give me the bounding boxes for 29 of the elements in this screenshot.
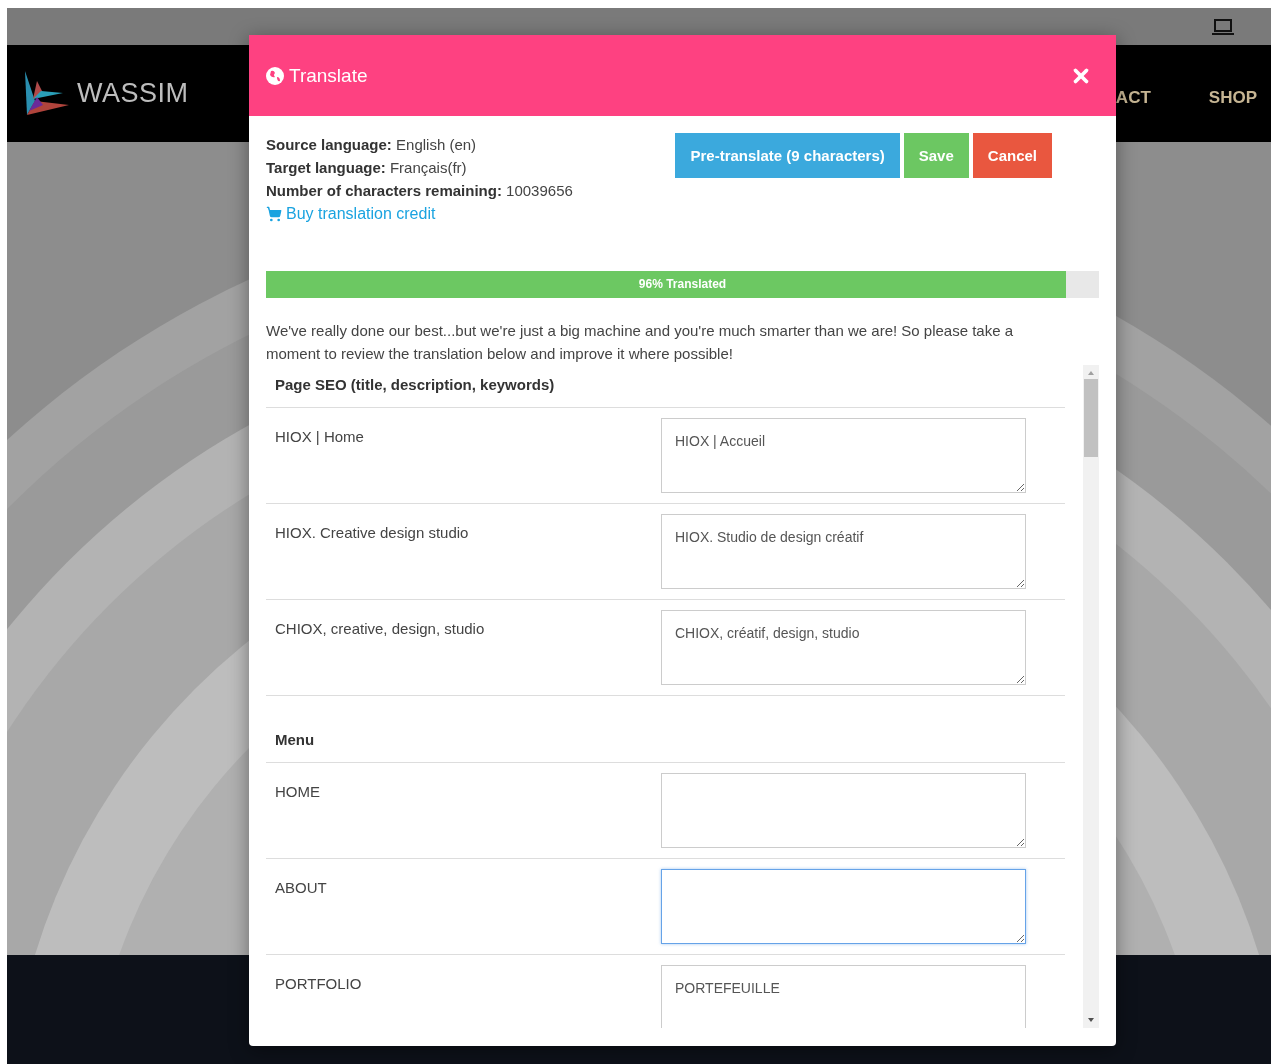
nav-link[interactable]: ACT [1115, 87, 1151, 108]
translation-field[interactable]: HIOX. Studio de design créatif [661, 514, 1026, 589]
intro-text: We've really done our best...but we're just a big machine and you're much smarter than we are! So please take a moment to review the translation below and improve it where possible! [266, 321, 1015, 364]
progress-label: 96% Translated [637, 276, 728, 293]
section-heading: Page SEO (title, description, keywords) [266, 365, 1065, 408]
source-text: PORTFOLIO [274, 974, 363, 994]
scrollbar-thumb[interactable] [1084, 379, 1098, 457]
translation-field[interactable] [661, 869, 1026, 944]
globe-icon [266, 66, 284, 85]
laptop-icon[interactable] [1211, 17, 1235, 36]
source-text: ABOUT [274, 878, 328, 898]
source-text: CHIOX, creative, design, studio [274, 619, 486, 639]
source-text: HIOX | Home [274, 427, 365, 447]
source-text: HOME [274, 782, 321, 802]
translation-field[interactable]: HIOX | Accueil [661, 418, 1026, 493]
translation-field[interactable] [661, 773, 1026, 848]
logo-icon [23, 70, 69, 117]
translation-field[interactable]: CHIOX, créatif, design, studio [661, 610, 1026, 685]
cancel-button[interactable]: Cancel [972, 133, 1052, 178]
nav-link[interactable]: SHOP [1208, 87, 1257, 108]
section-heading: Menu [266, 696, 1065, 763]
logo-text: WASSIM [77, 78, 189, 109]
info-line: Number of characters remaining: 10039656 [266, 181, 573, 201]
info-line: Source language: English (en) [266, 135, 478, 155]
info-line: Target language: Français(fr) [266, 158, 468, 178]
source-text: HIOX. Creative design studio [274, 523, 470, 543]
cart-icon [266, 206, 282, 222]
translation-field[interactable]: PORTEFEUILLE [661, 965, 1026, 1028]
dialog-title: Translate [289, 64, 368, 87]
